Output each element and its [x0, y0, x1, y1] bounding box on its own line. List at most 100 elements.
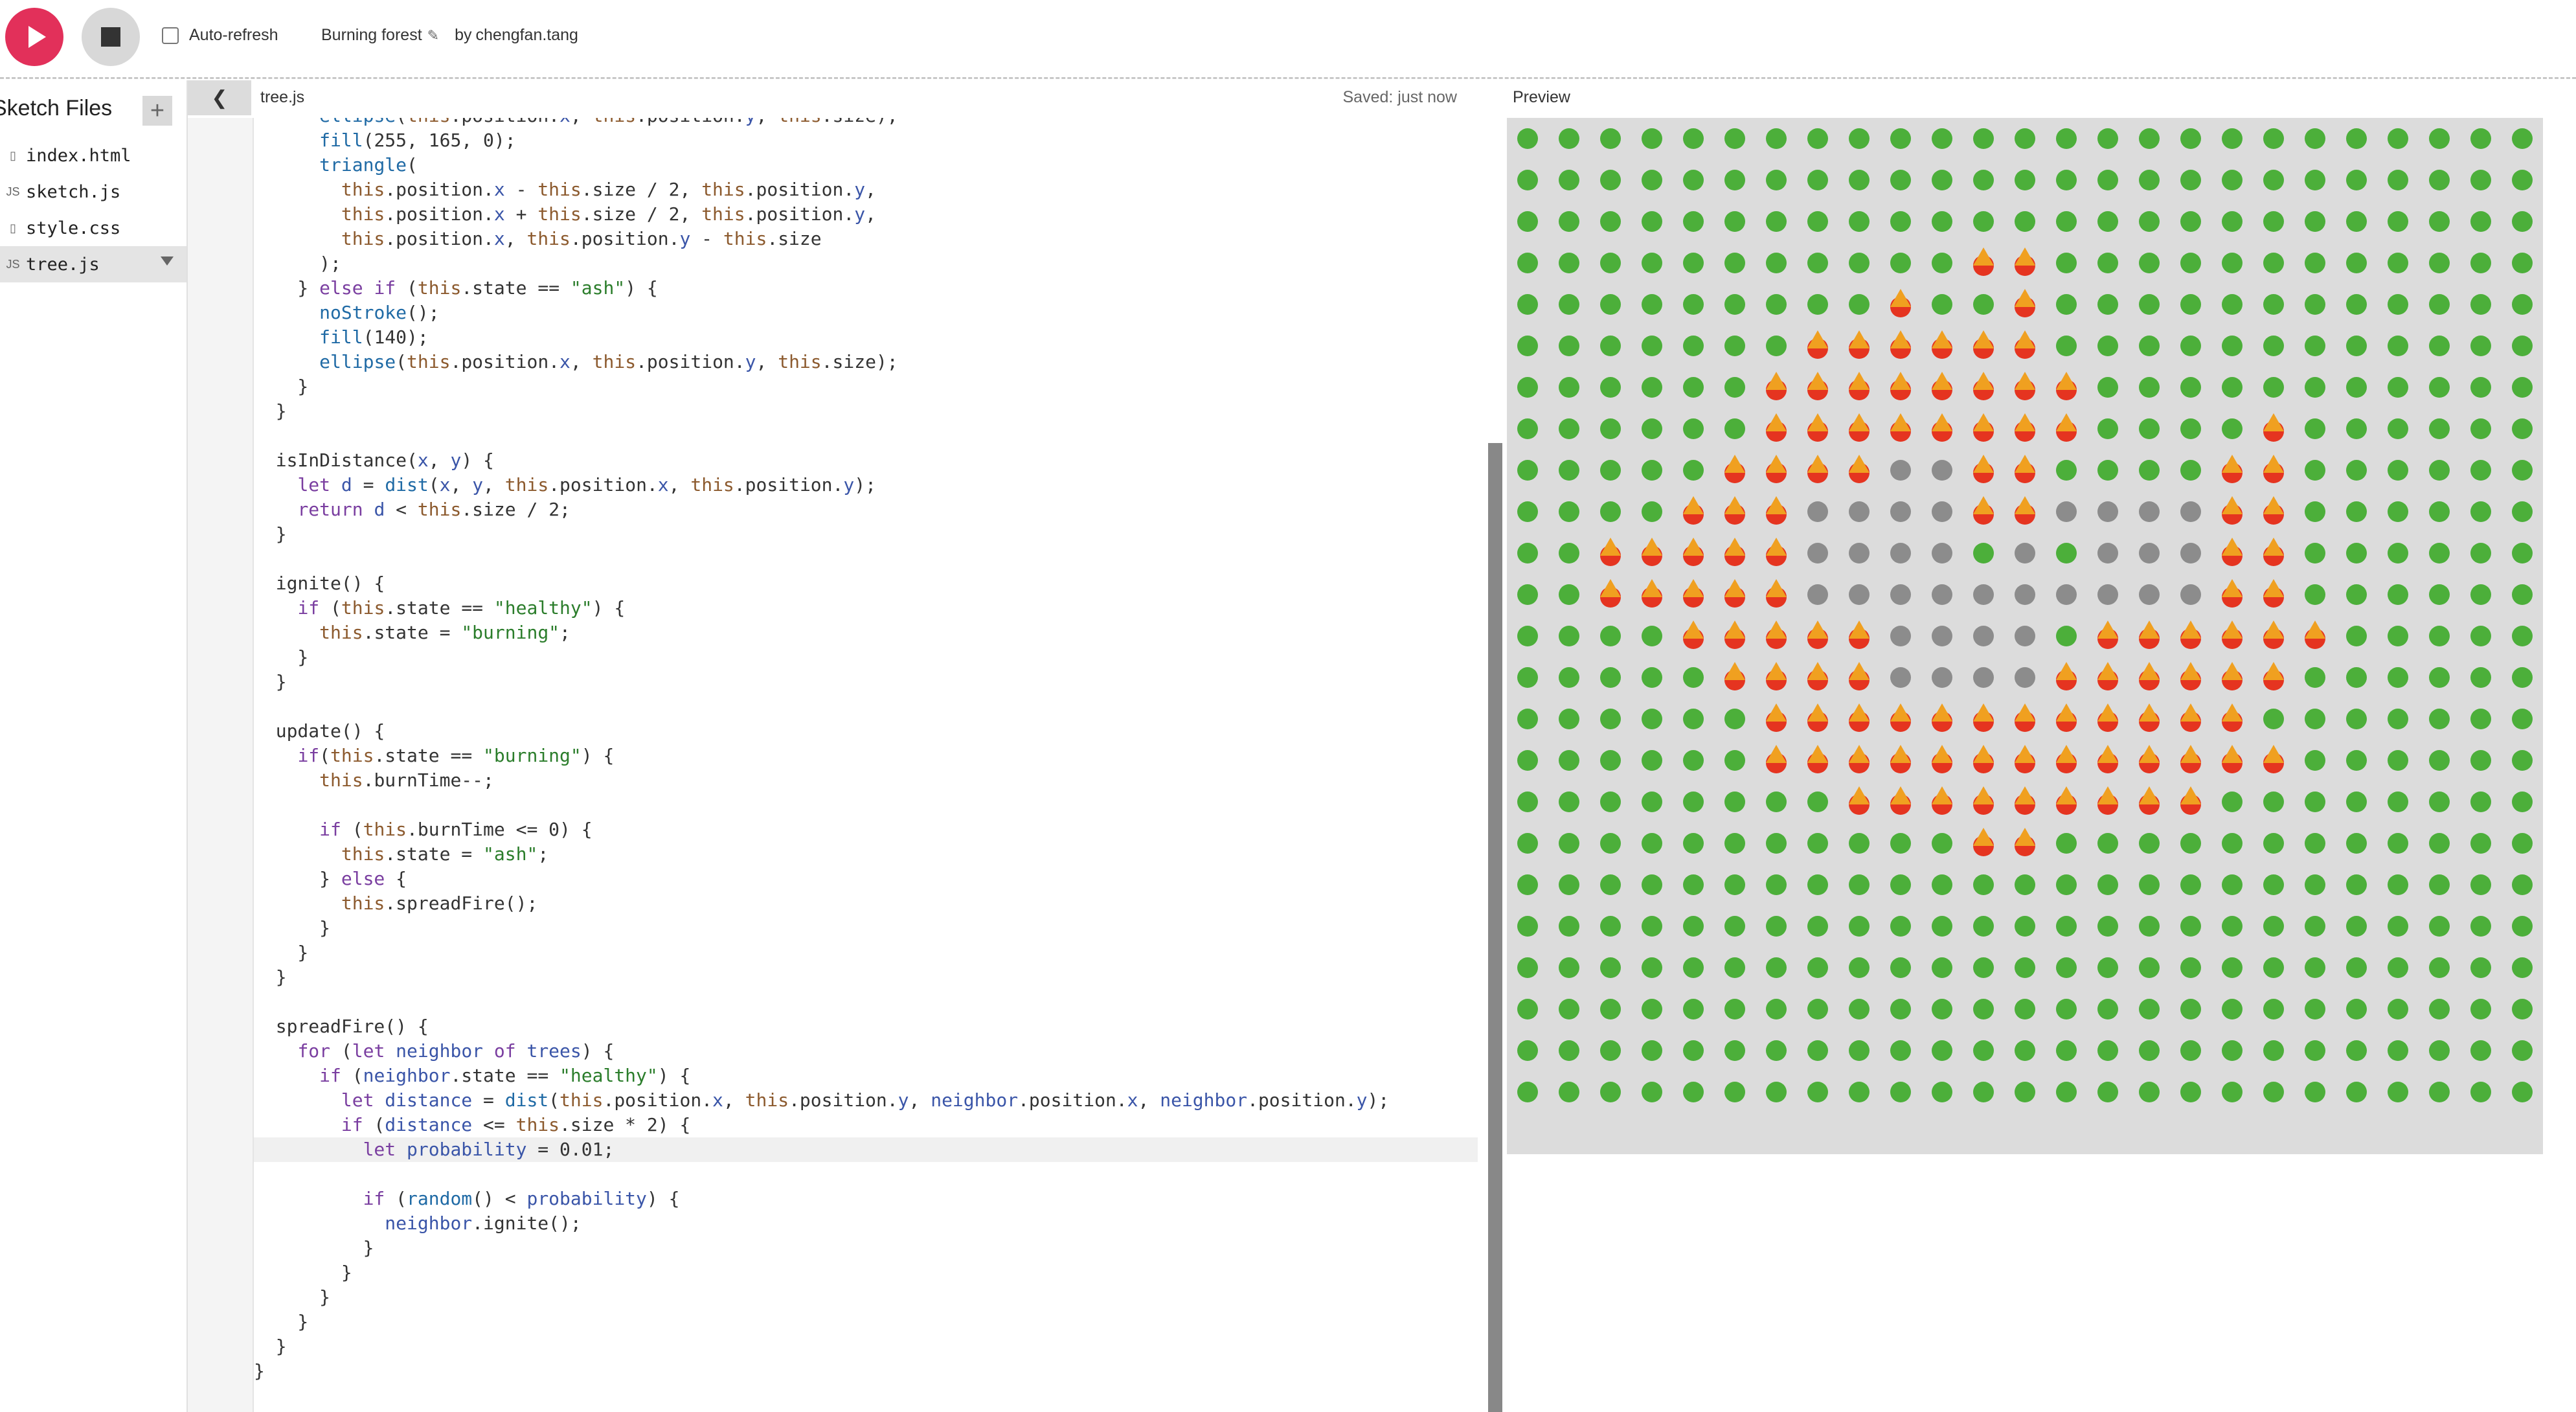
ash-tree[interactable] [1973, 584, 1994, 605]
healthy-tree[interactable] [2015, 211, 2035, 232]
healthy-tree[interactable] [2139, 916, 2160, 937]
healthy-tree[interactable] [2097, 294, 2118, 315]
healthy-tree[interactable] [2429, 128, 2450, 149]
healthy-tree[interactable] [1766, 170, 1787, 190]
healthy-tree[interactable] [1517, 750, 1538, 771]
healthy-tree[interactable] [1766, 211, 1787, 232]
healthy-tree[interactable] [2097, 170, 2118, 190]
healthy-tree[interactable] [2346, 253, 2367, 273]
burning-tree[interactable] [1932, 745, 1952, 773]
collapse-sidebar-button[interactable]: ❮ [188, 80, 251, 115]
healthy-tree[interactable] [1559, 874, 1579, 895]
healthy-tree[interactable] [1642, 128, 1662, 149]
healthy-tree[interactable] [1890, 833, 1911, 854]
healthy-tree[interactable] [1600, 750, 1621, 771]
healthy-tree[interactable] [1807, 833, 1828, 854]
burning-tree[interactable] [2015, 247, 2035, 276]
healthy-tree[interactable] [2180, 874, 2201, 895]
code-line[interactable]: 69 [254, 1384, 1478, 1408]
healthy-tree[interactable] [2180, 418, 2201, 439]
healthy-tree[interactable] [1559, 170, 1579, 190]
healthy-tree[interactable] [2429, 833, 2450, 854]
healthy-tree[interactable] [1517, 709, 1538, 729]
healthy-tree[interactable] [2222, 211, 2243, 232]
healthy-tree[interactable] [1683, 211, 1704, 232]
healthy-tree[interactable] [1973, 874, 1994, 895]
healthy-tree[interactable] [2388, 418, 2408, 439]
burning-tree[interactable] [1973, 703, 1994, 732]
code-line[interactable]: 47 this.state = "ash"; [254, 842, 1478, 867]
healthy-tree[interactable] [1932, 957, 1952, 978]
healthy-tree[interactable] [2470, 377, 2491, 398]
burning-tree[interactable] [1807, 413, 1828, 442]
healthy-tree[interactable] [1600, 833, 1621, 854]
code-line[interactable]: 30 [254, 424, 1478, 448]
healthy-tree[interactable] [1517, 957, 1538, 978]
healthy-tree[interactable] [1683, 1082, 1704, 1102]
burning-tree[interactable] [2097, 703, 2118, 732]
healthy-tree[interactable] [2429, 294, 2450, 315]
healthy-tree[interactable] [2097, 1082, 2118, 1102]
healthy-tree[interactable] [1724, 336, 1745, 356]
healthy-tree[interactable] [1642, 999, 1662, 1019]
healthy-tree[interactable] [2346, 211, 2367, 232]
healthy-tree[interactable] [2305, 336, 2325, 356]
code-line[interactable]: 66 } [254, 1310, 1478, 1334]
burning-tree[interactable] [2180, 621, 2201, 649]
healthy-tree[interactable] [1724, 211, 1745, 232]
healthy-tree[interactable] [2222, 791, 2243, 812]
burning-tree[interactable] [2222, 621, 2243, 649]
burning-tree[interactable] [1807, 330, 1828, 359]
healthy-tree[interactable] [2139, 128, 2160, 149]
healthy-tree[interactable] [1559, 501, 1579, 522]
healthy-tree[interactable] [2388, 833, 2408, 854]
burning-tree[interactable] [2097, 621, 2118, 649]
burning-tree[interactable] [2015, 496, 2035, 525]
healthy-tree[interactable] [2429, 336, 2450, 356]
healthy-tree[interactable] [1600, 460, 1621, 481]
healthy-tree[interactable] [1890, 1040, 1911, 1061]
healthy-tree[interactable] [2015, 916, 2035, 937]
healthy-tree[interactable] [2139, 999, 2160, 1019]
healthy-tree[interactable] [2388, 667, 2408, 688]
burning-tree[interactable] [2139, 703, 2160, 732]
burning-tree[interactable] [2180, 786, 2201, 815]
preview-canvas[interactable] [1507, 118, 2543, 1154]
burning-tree[interactable] [2263, 538, 2284, 566]
file-options-caret-icon[interactable] [161, 256, 174, 266]
ash-tree[interactable] [1890, 460, 1911, 481]
healthy-tree[interactable] [1559, 750, 1579, 771]
healthy-tree[interactable] [2305, 543, 2325, 564]
healthy-tree[interactable] [2056, 128, 2077, 149]
burning-tree[interactable] [2056, 413, 2077, 442]
healthy-tree[interactable] [2305, 501, 2325, 522]
healthy-tree[interactable] [1517, 211, 1538, 232]
healthy-tree[interactable] [2470, 626, 2491, 646]
file-item[interactable]: ▯ index.html [0, 137, 186, 174]
ash-tree[interactable] [1890, 667, 1911, 688]
healthy-tree[interactable] [1683, 294, 1704, 315]
healthy-tree[interactable] [2388, 791, 2408, 812]
healthy-tree[interactable] [2470, 750, 2491, 771]
burning-tree[interactable] [2222, 662, 2243, 690]
editor-file-tab[interactable]: tree.js [260, 88, 304, 107]
healthy-tree[interactable] [2263, 336, 2284, 356]
healthy-tree[interactable] [1642, 211, 1662, 232]
file-item[interactable]: JS sketch.js [0, 174, 186, 210]
healthy-tree[interactable] [2180, 999, 2201, 1019]
burning-tree[interactable] [1724, 455, 1745, 483]
burning-tree[interactable] [2263, 662, 2284, 690]
healthy-tree[interactable] [1517, 377, 1538, 398]
healthy-tree[interactable] [1600, 294, 1621, 315]
code-line[interactable]: 33 return d < this.size / 2; [254, 497, 1478, 522]
ash-tree[interactable] [1849, 501, 1870, 522]
healthy-tree[interactable] [2263, 833, 2284, 854]
healthy-tree[interactable] [2512, 667, 2533, 688]
burning-tree[interactable] [1807, 662, 1828, 690]
healthy-tree[interactable] [2388, 1082, 2408, 1102]
burning-tree[interactable] [1890, 372, 1911, 400]
healthy-tree[interactable] [1890, 1082, 1911, 1102]
ash-tree[interactable] [1890, 501, 1911, 522]
healthy-tree[interactable] [1600, 418, 1621, 439]
healthy-tree[interactable] [1559, 253, 1579, 273]
